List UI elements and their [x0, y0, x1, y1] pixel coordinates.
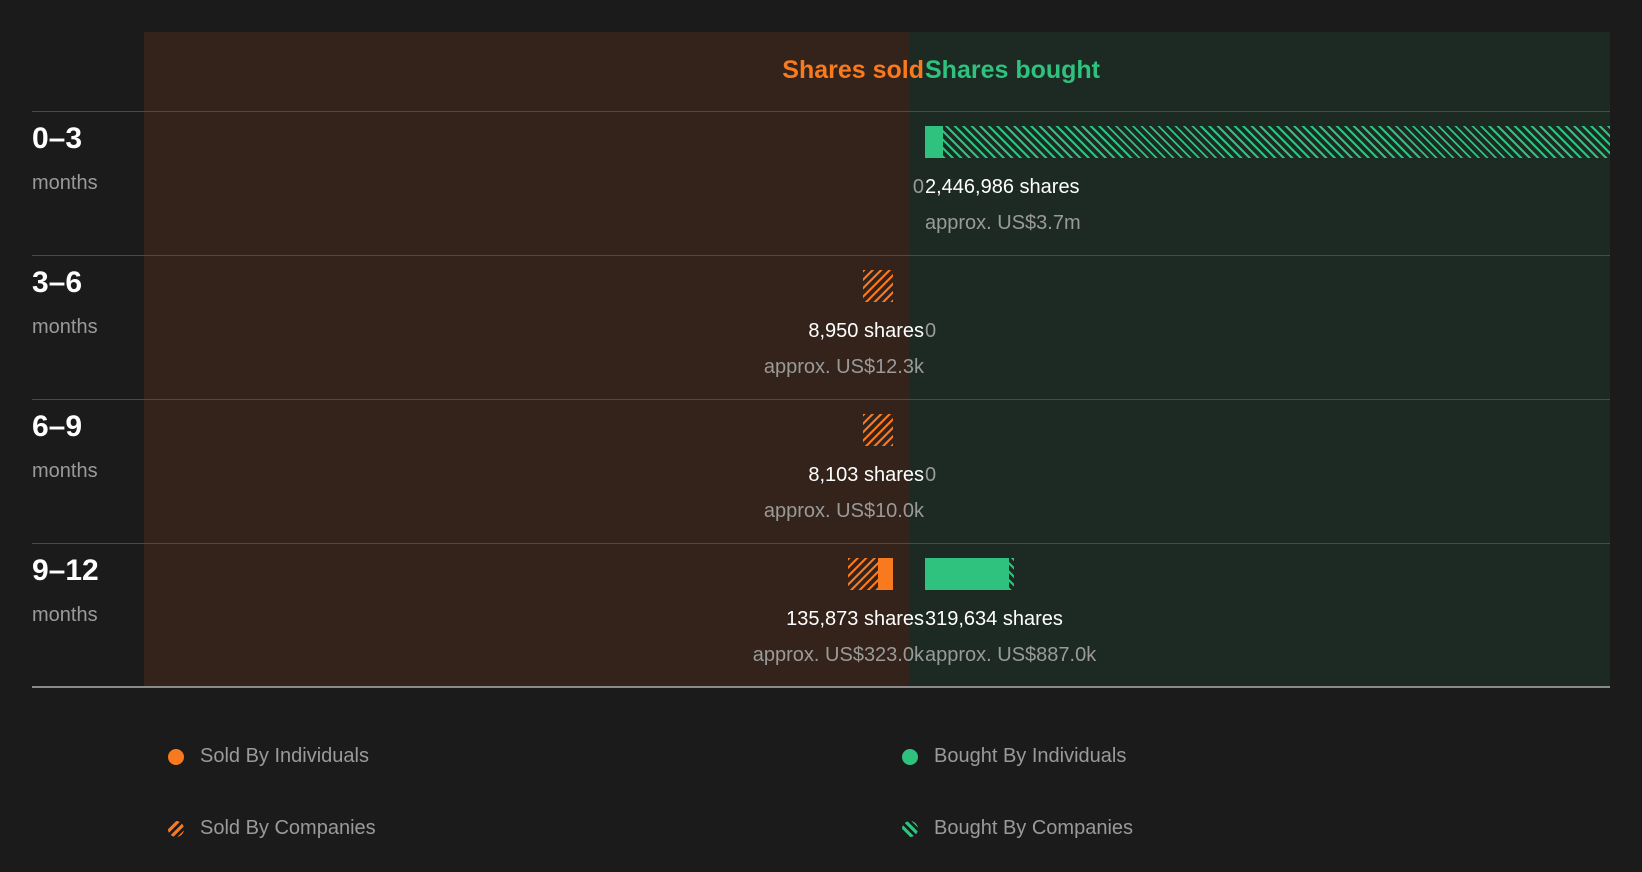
shares-bought-header: Shares bought [925, 56, 1101, 84]
period-unit: months [32, 460, 98, 482]
bought-by-individuals-bar [925, 126, 943, 158]
sold-approx-value: approx. US$12.3k [763, 356, 924, 378]
period-unit: months [32, 172, 98, 194]
sold-bar [863, 414, 893, 446]
bought-bar [925, 126, 1610, 158]
sold-shares-value: 8,103 shares [808, 464, 924, 486]
bought-by-individuals-bar [925, 558, 1009, 590]
sold-zero-value: 0 [912, 176, 924, 198]
bought-shares-value: 319,634 shares [925, 608, 1063, 630]
bought-zero-value: 0 [925, 464, 937, 486]
bought-shares-value: 2,446,986 shares [925, 176, 1080, 198]
legend-sold-individuals: Sold By Individuals [168, 745, 369, 768]
sold-bar [863, 270, 893, 302]
bought-companies-swatch-icon [902, 820, 918, 837]
legend-sold-companies-label: Sold By Companies [200, 817, 376, 839]
period-label: 6–9 [32, 410, 83, 443]
period-unit: months [32, 604, 98, 626]
period-label: 9–12 [32, 554, 99, 587]
chart-row: 3–6 months 8,950 shares approx. US$12.3k 0 [32, 256, 1610, 400]
bought-zero-value: 0 [925, 320, 937, 342]
shares-sold-header: Shares sold [782, 56, 924, 84]
chart-row: 9–12 months 135,873 shares approx. US$323.0… [32, 544, 1610, 688]
sold-bar [848, 558, 893, 590]
bought-approx-value: approx. US$887.0k [925, 644, 1097, 666]
bought-individuals-swatch-icon [902, 748, 918, 765]
sold-shares-value: 135,873 shares [786, 608, 924, 630]
period-label: 3–6 [32, 266, 83, 299]
sold-approx-value: approx. US$10.0k [763, 500, 924, 522]
sold-by-companies-bar [863, 414, 893, 446]
bought-bar [925, 558, 1015, 590]
legend-bought-individuals-label: Bought By Individuals [934, 745, 1127, 767]
legend-sold-companies: Sold By Companies [168, 817, 376, 840]
chart-header: Shares sold Shares bought [32, 32, 1610, 112]
sold-by-companies-bar [848, 558, 878, 590]
sold-companies-swatch-icon [168, 820, 184, 837]
period-unit: months [32, 316, 98, 338]
legend-bought-companies: Bought By Companies [902, 817, 1133, 840]
period-label: 0–3 [32, 122, 83, 155]
sold-approx-value: approx. US$323.0k [752, 644, 924, 666]
sold-by-companies-bar [863, 270, 893, 302]
bought-approx-value: approx. US$3.7m [925, 212, 1081, 234]
legend-bought-companies-label: Bought By Companies [934, 817, 1134, 839]
legend-bought-individuals: Bought By Individuals [902, 745, 1126, 768]
chart-row: 6–9 months 8,103 shares approx. US$10.0k 0 [32, 400, 1610, 544]
sold-shares-value: 8,950 shares [808, 320, 924, 342]
bought-by-companies-bar [1008, 558, 1015, 590]
legend-sold-individuals-label: Sold By Individuals [200, 745, 369, 767]
bought-by-companies-bar [943, 126, 1610, 158]
sold-by-individuals-bar [878, 558, 893, 590]
sold-individuals-swatch-icon [168, 748, 184, 765]
chart-row: 0–3 months 0 2,446,986 shares approx. US$3.7… [32, 112, 1610, 256]
